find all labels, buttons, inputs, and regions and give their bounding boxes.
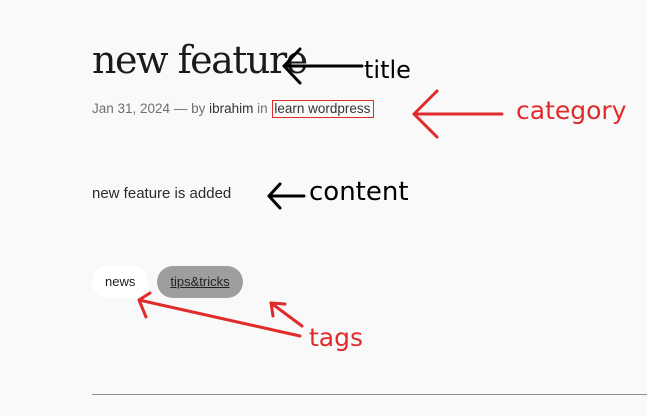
annotation-title: title	[364, 56, 411, 84]
tag-news[interactable]: news	[92, 266, 149, 298]
post: new feature Jan 31, 2024 — by ibrahim in…	[0, 0, 647, 416]
post-content: new feature is added	[92, 185, 232, 202]
tag-list: news tips&tricks	[92, 266, 243, 298]
meta-in: in	[253, 101, 272, 116]
annotation-tags: tags	[309, 323, 364, 352]
category-link[interactable]: learn wordpress	[272, 100, 375, 118]
annotation-category: category	[516, 96, 627, 125]
annotation-content: content	[309, 177, 409, 207]
tag-tips-tricks[interactable]: tips&tricks	[157, 266, 243, 298]
post-title[interactable]: new feature	[92, 34, 308, 86]
post-meta: Jan 31, 2024 — by ibrahim in learn wordp…	[92, 100, 375, 118]
separator	[92, 394, 647, 395]
post-date[interactable]: Jan 31, 2024	[92, 101, 170, 116]
meta-dash-by: — by	[170, 101, 210, 116]
post-author[interactable]: ibrahim	[209, 101, 253, 116]
